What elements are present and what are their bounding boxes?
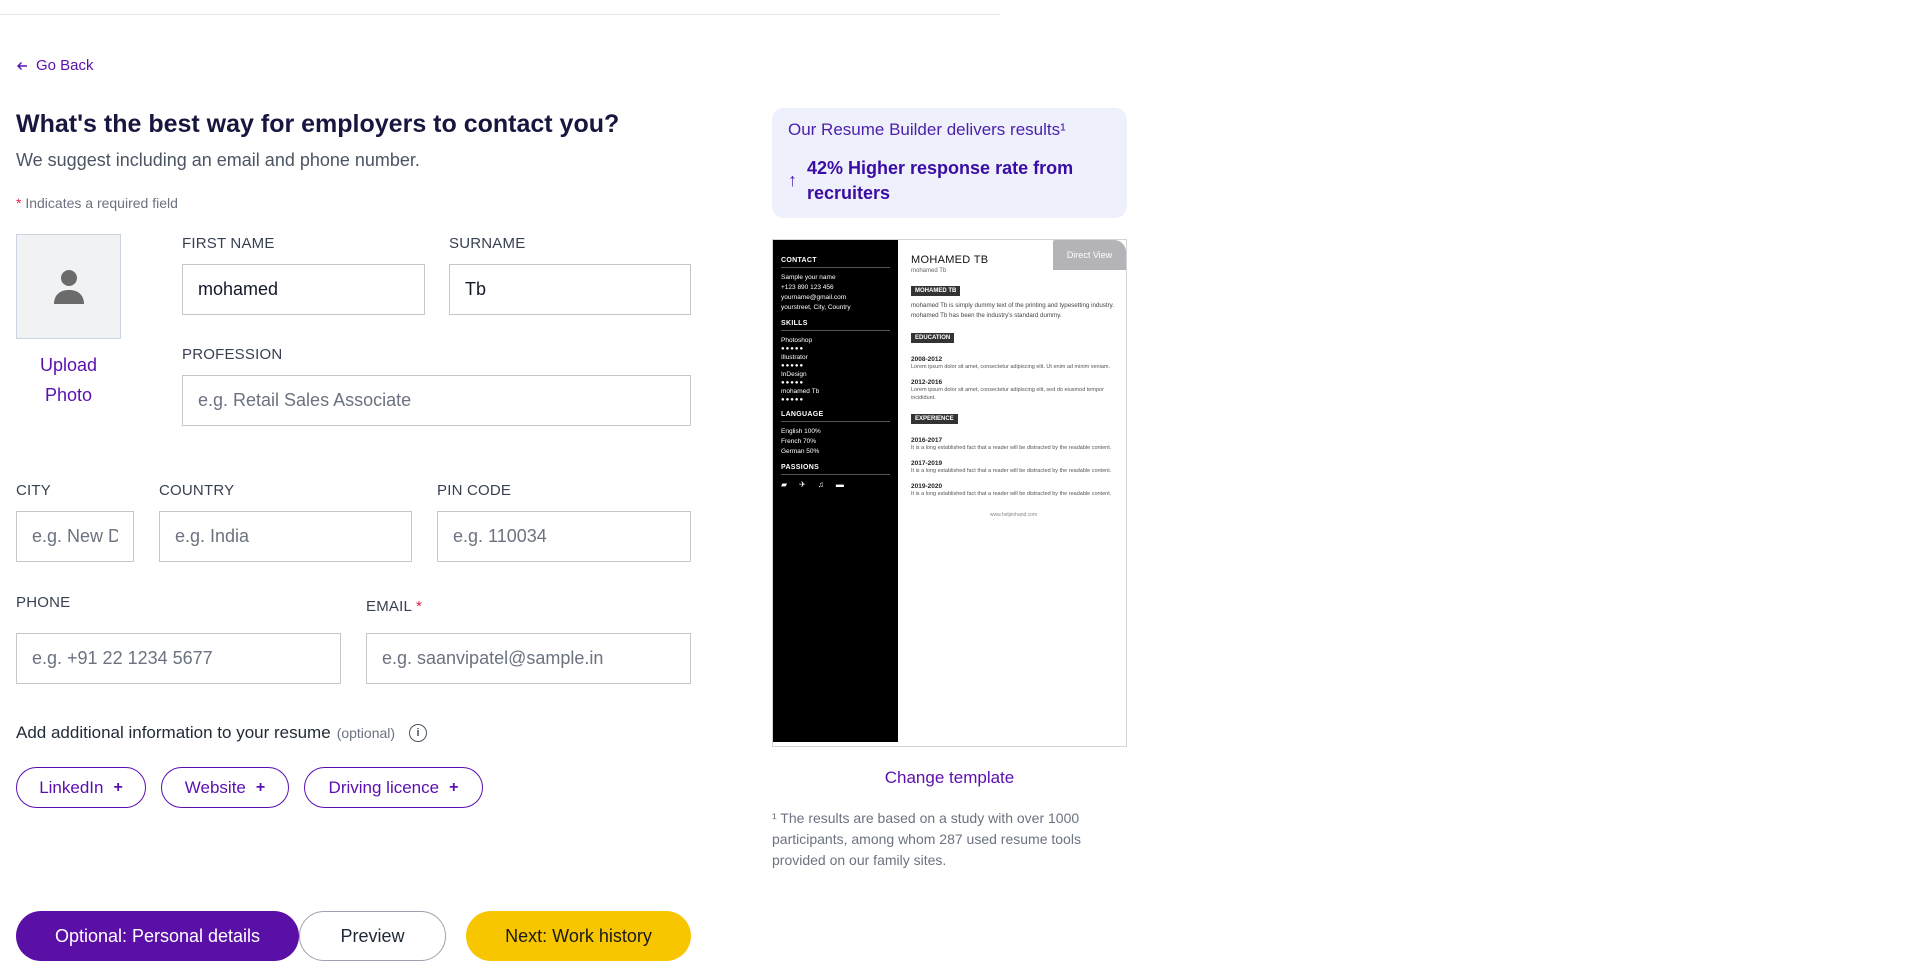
add-website-chip[interactable]: Website + bbox=[161, 767, 289, 808]
chip-label: LinkedIn bbox=[39, 777, 104, 797]
resume-main: MOHAMED TB mohamed Tb MOHAMED TB mohamed… bbox=[911, 254, 1116, 518]
resume-sidebar: CONTACT Sample your name +123 890 123 45… bbox=[773, 240, 898, 742]
resume-passions-heading: PASSIONS bbox=[781, 464, 890, 475]
email-label-text: EMAIL bbox=[366, 598, 413, 615]
photo-placeholder[interactable] bbox=[16, 234, 121, 339]
required-note-text: Indicates a required field bbox=[25, 195, 178, 211]
arrow-left-icon bbox=[17, 61, 27, 70]
resume-skill-dots: ●●●●● bbox=[781, 397, 805, 403]
add-linkedin-chip[interactable]: LinkedIn + bbox=[16, 767, 146, 808]
surname-label: SURNAME bbox=[449, 235, 526, 252]
resume-language-line: French 70% bbox=[781, 438, 817, 445]
country-label: COUNTRY bbox=[159, 482, 235, 499]
resume-experience-text: It is a long established fact that a rea… bbox=[911, 445, 1112, 451]
required-star: * bbox=[16, 195, 22, 211]
resume-skill-name: Photoshop bbox=[781, 337, 813, 344]
surname-input[interactable] bbox=[449, 264, 691, 315]
resume-contact-line: +123 890 123 456 bbox=[781, 284, 834, 291]
resume-experience-years: 2019-2020 bbox=[911, 483, 943, 490]
resume-language-line: English 100% bbox=[781, 428, 821, 435]
resume-language-line: German 50% bbox=[781, 448, 820, 455]
city-label: CITY bbox=[16, 482, 51, 499]
resume-experience-text: It is a long established fact that a rea… bbox=[911, 468, 1112, 474]
resume-experience-text: It is a long established fact that a rea… bbox=[911, 491, 1112, 497]
profession-label: PROFESSION bbox=[182, 346, 283, 363]
resume-experience-tag: EXPERIENCE bbox=[911, 414, 958, 424]
book-icon: ▬ bbox=[835, 480, 844, 489]
email-input[interactable] bbox=[366, 633, 691, 684]
optional-label: (optional) bbox=[336, 725, 396, 741]
resume-skill-dots: ●●●●● bbox=[781, 363, 805, 369]
resume-experience-years: 2017-2019 bbox=[911, 460, 943, 467]
resume-contact-heading: CONTACT bbox=[781, 257, 890, 268]
email-label: EMAIL * bbox=[366, 598, 422, 615]
first-name-input[interactable] bbox=[182, 264, 425, 315]
plus-icon: + bbox=[449, 778, 459, 796]
resume-education-years: 2008-2012 bbox=[911, 356, 943, 363]
page-title: What's the best way for employers to con… bbox=[16, 110, 620, 138]
plus-icon: + bbox=[255, 778, 266, 796]
pin-code-input[interactable] bbox=[437, 511, 691, 562]
resume-education-text: Lorem ipsum dolor sit amet, consectetur … bbox=[911, 387, 1104, 401]
country-input[interactable] bbox=[159, 511, 412, 562]
resume-skill-name: InDesign bbox=[781, 371, 807, 378]
resume-footer-url: www.helpinhand.com bbox=[989, 512, 1038, 518]
resume-language-heading: LANGUAGE bbox=[781, 411, 890, 422]
info-icon[interactable]: i bbox=[409, 724, 428, 742]
chip-label: Driving licence bbox=[328, 777, 440, 797]
direct-view-button[interactable]: Direct View bbox=[1053, 240, 1126, 270]
resume-profile-tag: MOHAMED TB bbox=[911, 286, 961, 296]
phone-input[interactable] bbox=[16, 633, 341, 684]
resume-education-years: 2012-2016 bbox=[911, 379, 943, 386]
resume-preview[interactable]: CONTACT Sample your name +123 890 123 45… bbox=[772, 239, 1127, 747]
optional-personal-details-button[interactable]: Optional: Personal details bbox=[16, 911, 299, 961]
additional-info-text: Add additional information to your resum… bbox=[16, 723, 428, 743]
upload-photo-line1: Upload bbox=[39, 355, 98, 375]
resume-education-text: Lorem ipsum dolor sit amet, consectetur … bbox=[911, 364, 1110, 370]
upload-photo-link[interactable]: Upload Photo bbox=[16, 350, 121, 410]
results-banner: Our Resume Builder delivers results¹ ↑ 4… bbox=[772, 108, 1127, 218]
music-icon: ♫ bbox=[817, 480, 824, 489]
top-divider bbox=[0, 14, 1000, 15]
required-field-note: * Indicates a required field bbox=[16, 195, 178, 211]
resume-contact-line: Sample your name bbox=[781, 274, 836, 281]
resume-skill-dots: ●●●●● bbox=[781, 380, 805, 386]
resume-skill-name: Illustrator bbox=[781, 354, 808, 361]
email-required-star: * bbox=[416, 598, 423, 615]
go-back-link[interactable]: Go Back bbox=[16, 57, 94, 74]
resume-contact-line: yourstreet, City, Country bbox=[781, 304, 851, 311]
pin-code-label: PIN CODE bbox=[437, 482, 512, 499]
change-template-link[interactable]: Change template bbox=[772, 768, 1127, 788]
results-stat: 42% Higher response rate from recruiters bbox=[807, 158, 1074, 203]
page-subtitle: We suggest including an email and phone … bbox=[16, 150, 420, 170]
resume-profile-text: mohamed Tb is simply dummy text of the p… bbox=[911, 302, 1115, 319]
upload-photo-line2: Photo bbox=[44, 385, 93, 405]
go-back-label: Go Back bbox=[36, 57, 94, 74]
resume-education-tag: EDUCATION bbox=[911, 333, 955, 343]
results-title: Our Resume Builder delivers results¹ bbox=[788, 120, 1066, 139]
preview-button[interactable]: Preview bbox=[299, 911, 446, 961]
first-name-label: FIRST NAME bbox=[182, 235, 275, 252]
resume-skill-dots: ●●●●● bbox=[781, 346, 805, 352]
resume-skills-heading: SKILLS bbox=[781, 320, 890, 331]
chip-label: Website bbox=[184, 777, 246, 797]
arrow-up-icon: ↑ bbox=[788, 170, 797, 190]
results-footnote: ¹ The results are based on a study with … bbox=[772, 810, 1081, 868]
phone-label: PHONE bbox=[16, 594, 71, 611]
plus-icon: + bbox=[113, 778, 123, 796]
add-driving-licence-chip[interactable]: Driving licence + bbox=[304, 767, 483, 808]
plane-icon: ✈ bbox=[799, 480, 806, 489]
next-work-history-button[interactable]: Next: Work history bbox=[466, 911, 691, 961]
flag-icon: ▰ bbox=[781, 480, 788, 489]
profession-input[interactable] bbox=[182, 375, 691, 426]
city-input[interactable] bbox=[16, 511, 134, 562]
person-avatar-icon bbox=[53, 269, 84, 304]
resume-skill-name: mohamed Tb bbox=[781, 388, 820, 395]
additional-info-label: Add additional information to your resum… bbox=[16, 723, 331, 742]
resume-contact-line: yourname@gmail.com bbox=[781, 294, 847, 301]
resume-experience-years: 2016-2017 bbox=[911, 437, 943, 444]
